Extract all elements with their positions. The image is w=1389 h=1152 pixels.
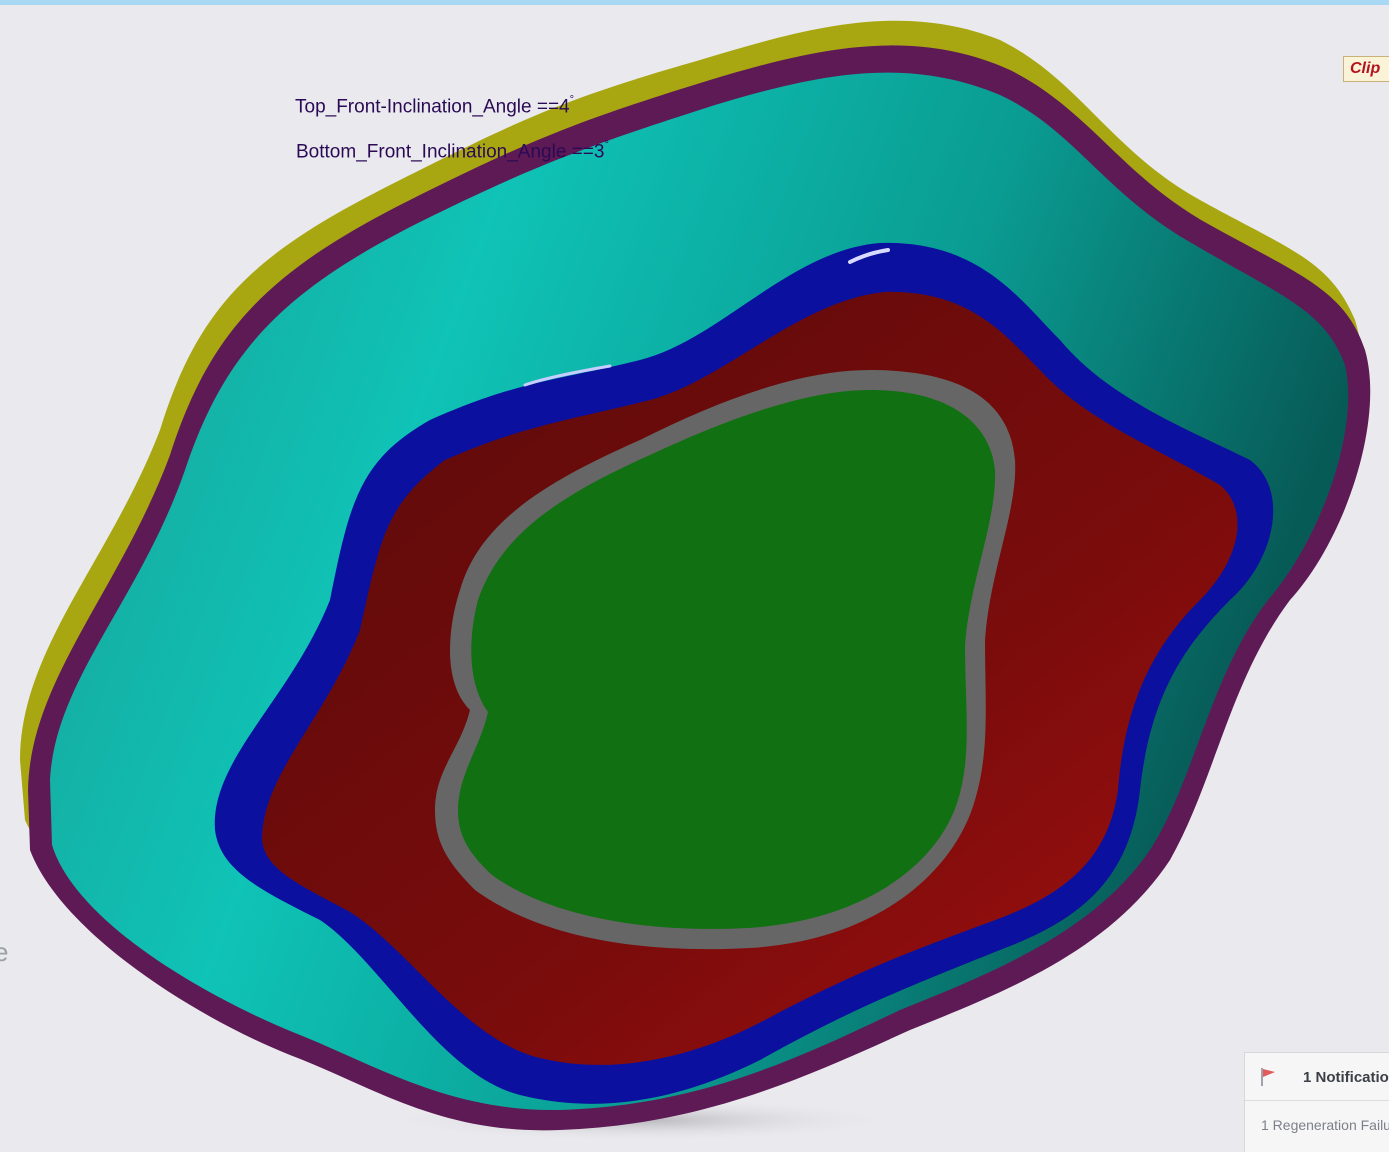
- degree-symbol: °: [569, 94, 575, 106]
- clip-badge[interactable]: Clip: [1343, 56, 1389, 82]
- top-inclination-angle-annotation: Top_Front-Inclination_Angle ==4°: [295, 94, 575, 118]
- notification-header[interactable]: 1 Notifications: [1245, 1053, 1389, 1101]
- edge-text-fragment: e: [0, 937, 9, 967]
- degree-symbol: °: [604, 139, 609, 151]
- notification-panel[interactable]: 1 Notifications 1 Regeneration Failures: [1244, 1052, 1389, 1152]
- bottom-inclination-angle-annotation: Bottom_Front_Inclination_Angle ==3°: [296, 139, 609, 163]
- top-angle-label: Top_Front-Inclination_Angle ==4: [295, 96, 570, 118]
- 3d-model-viewport[interactable]: [0, 0, 1389, 1142]
- flag-icon: [1261, 1068, 1275, 1086]
- notification-title: 1 Notifications: [1303, 1069, 1389, 1086]
- bottom-angle-label: Bottom_Front_Inclination_Angle ==3: [296, 141, 605, 163]
- notification-item[interactable]: 1 Regeneration Failures: [1261, 1117, 1389, 1133]
